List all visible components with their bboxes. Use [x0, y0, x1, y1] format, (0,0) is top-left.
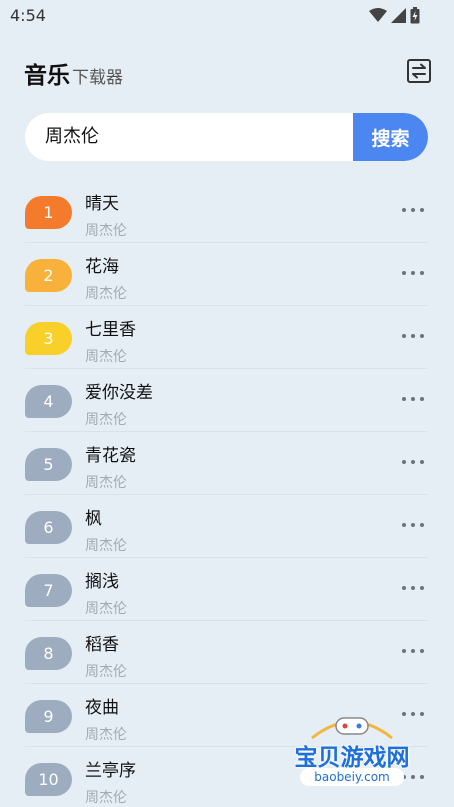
wifi-icon — [369, 8, 387, 27]
song-title: 搁浅 — [85, 572, 119, 592]
more-icon[interactable] — [402, 582, 424, 594]
app-subtitle: 下载器 — [72, 68, 123, 88]
search-bar: 搜索 — [25, 113, 428, 161]
more-icon[interactable] — [402, 645, 424, 657]
rank-badge: 7 — [25, 574, 72, 607]
song-artist: 周杰伦 — [85, 475, 127, 491]
song-title: 花海 — [85, 257, 119, 277]
search-button[interactable]: 搜索 — [353, 113, 428, 161]
switch-source-button[interactable] — [406, 58, 432, 84]
song-title: 枫 — [85, 509, 102, 529]
more-icon[interactable] — [402, 204, 424, 216]
watermark-url: baobeiy.com — [300, 768, 404, 786]
song-row[interactable]: 7 搁浅周杰伦 — [25, 558, 428, 621]
song-artist: 周杰伦 — [85, 223, 127, 239]
rank-badge: 4 — [25, 385, 72, 418]
more-icon[interactable] — [402, 330, 424, 342]
song-artist: 周杰伦 — [85, 664, 127, 680]
switch-source-icon — [407, 59, 431, 83]
battery-icon — [410, 7, 420, 28]
song-title: 兰亭序 — [85, 761, 136, 781]
song-row[interactable]: 5 青花瓷周杰伦 — [25, 432, 428, 495]
song-artist: 周杰伦 — [85, 538, 127, 554]
status-time: 4:54 — [10, 6, 46, 25]
search-input[interactable] — [45, 113, 345, 161]
rank-badge: 10 — [25, 763, 72, 796]
rank-badge: 3 — [25, 322, 72, 355]
song-artist: 周杰伦 — [85, 727, 127, 743]
song-title: 夜曲 — [85, 698, 119, 718]
song-row[interactable]: 1 晴天周杰伦 — [25, 180, 428, 243]
song-artist: 周杰伦 — [85, 790, 127, 806]
song-artist: 周杰伦 — [85, 286, 127, 302]
app-header: 音乐 下载器 — [24, 56, 434, 90]
song-title: 七里香 — [85, 320, 136, 340]
song-row[interactable]: 8 稻香周杰伦 — [25, 621, 428, 684]
song-row[interactable]: 2 花海周杰伦 — [25, 243, 428, 306]
rank-badge: 6 — [25, 511, 72, 544]
more-icon[interactable] — [402, 456, 424, 468]
app-title: 音乐 — [24, 63, 70, 89]
signal-icon — [391, 8, 406, 27]
rank-badge: 2 — [25, 259, 72, 292]
song-title: 爱你没差 — [85, 383, 153, 403]
song-artist: 周杰伦 — [85, 349, 127, 365]
song-artist: 周杰伦 — [85, 412, 127, 428]
song-title: 青花瓷 — [85, 446, 136, 466]
rank-badge: 5 — [25, 448, 72, 481]
song-title: 稻香 — [85, 635, 119, 655]
watermark-text: 宝贝游戏网 — [294, 745, 410, 771]
rank-badge: 8 — [25, 637, 72, 670]
song-row[interactable]: 6 枫周杰伦 — [25, 495, 428, 558]
song-row[interactable]: 3 七里香周杰伦 — [25, 306, 428, 369]
status-bar: 4:54 — [0, 0, 454, 32]
song-artist: 周杰伦 — [85, 601, 127, 617]
song-row[interactable]: 4 爱你没差周杰伦 — [25, 369, 428, 432]
more-icon[interactable] — [402, 267, 424, 279]
rank-badge: 1 — [25, 196, 72, 229]
status-icons — [369, 7, 420, 28]
song-title: 晴天 — [85, 194, 119, 214]
watermark-logo: 宝贝游戏网 baobeiy.com — [282, 717, 422, 802]
more-icon[interactable] — [402, 519, 424, 531]
rank-badge: 9 — [25, 700, 72, 733]
more-icon[interactable] — [402, 393, 424, 405]
